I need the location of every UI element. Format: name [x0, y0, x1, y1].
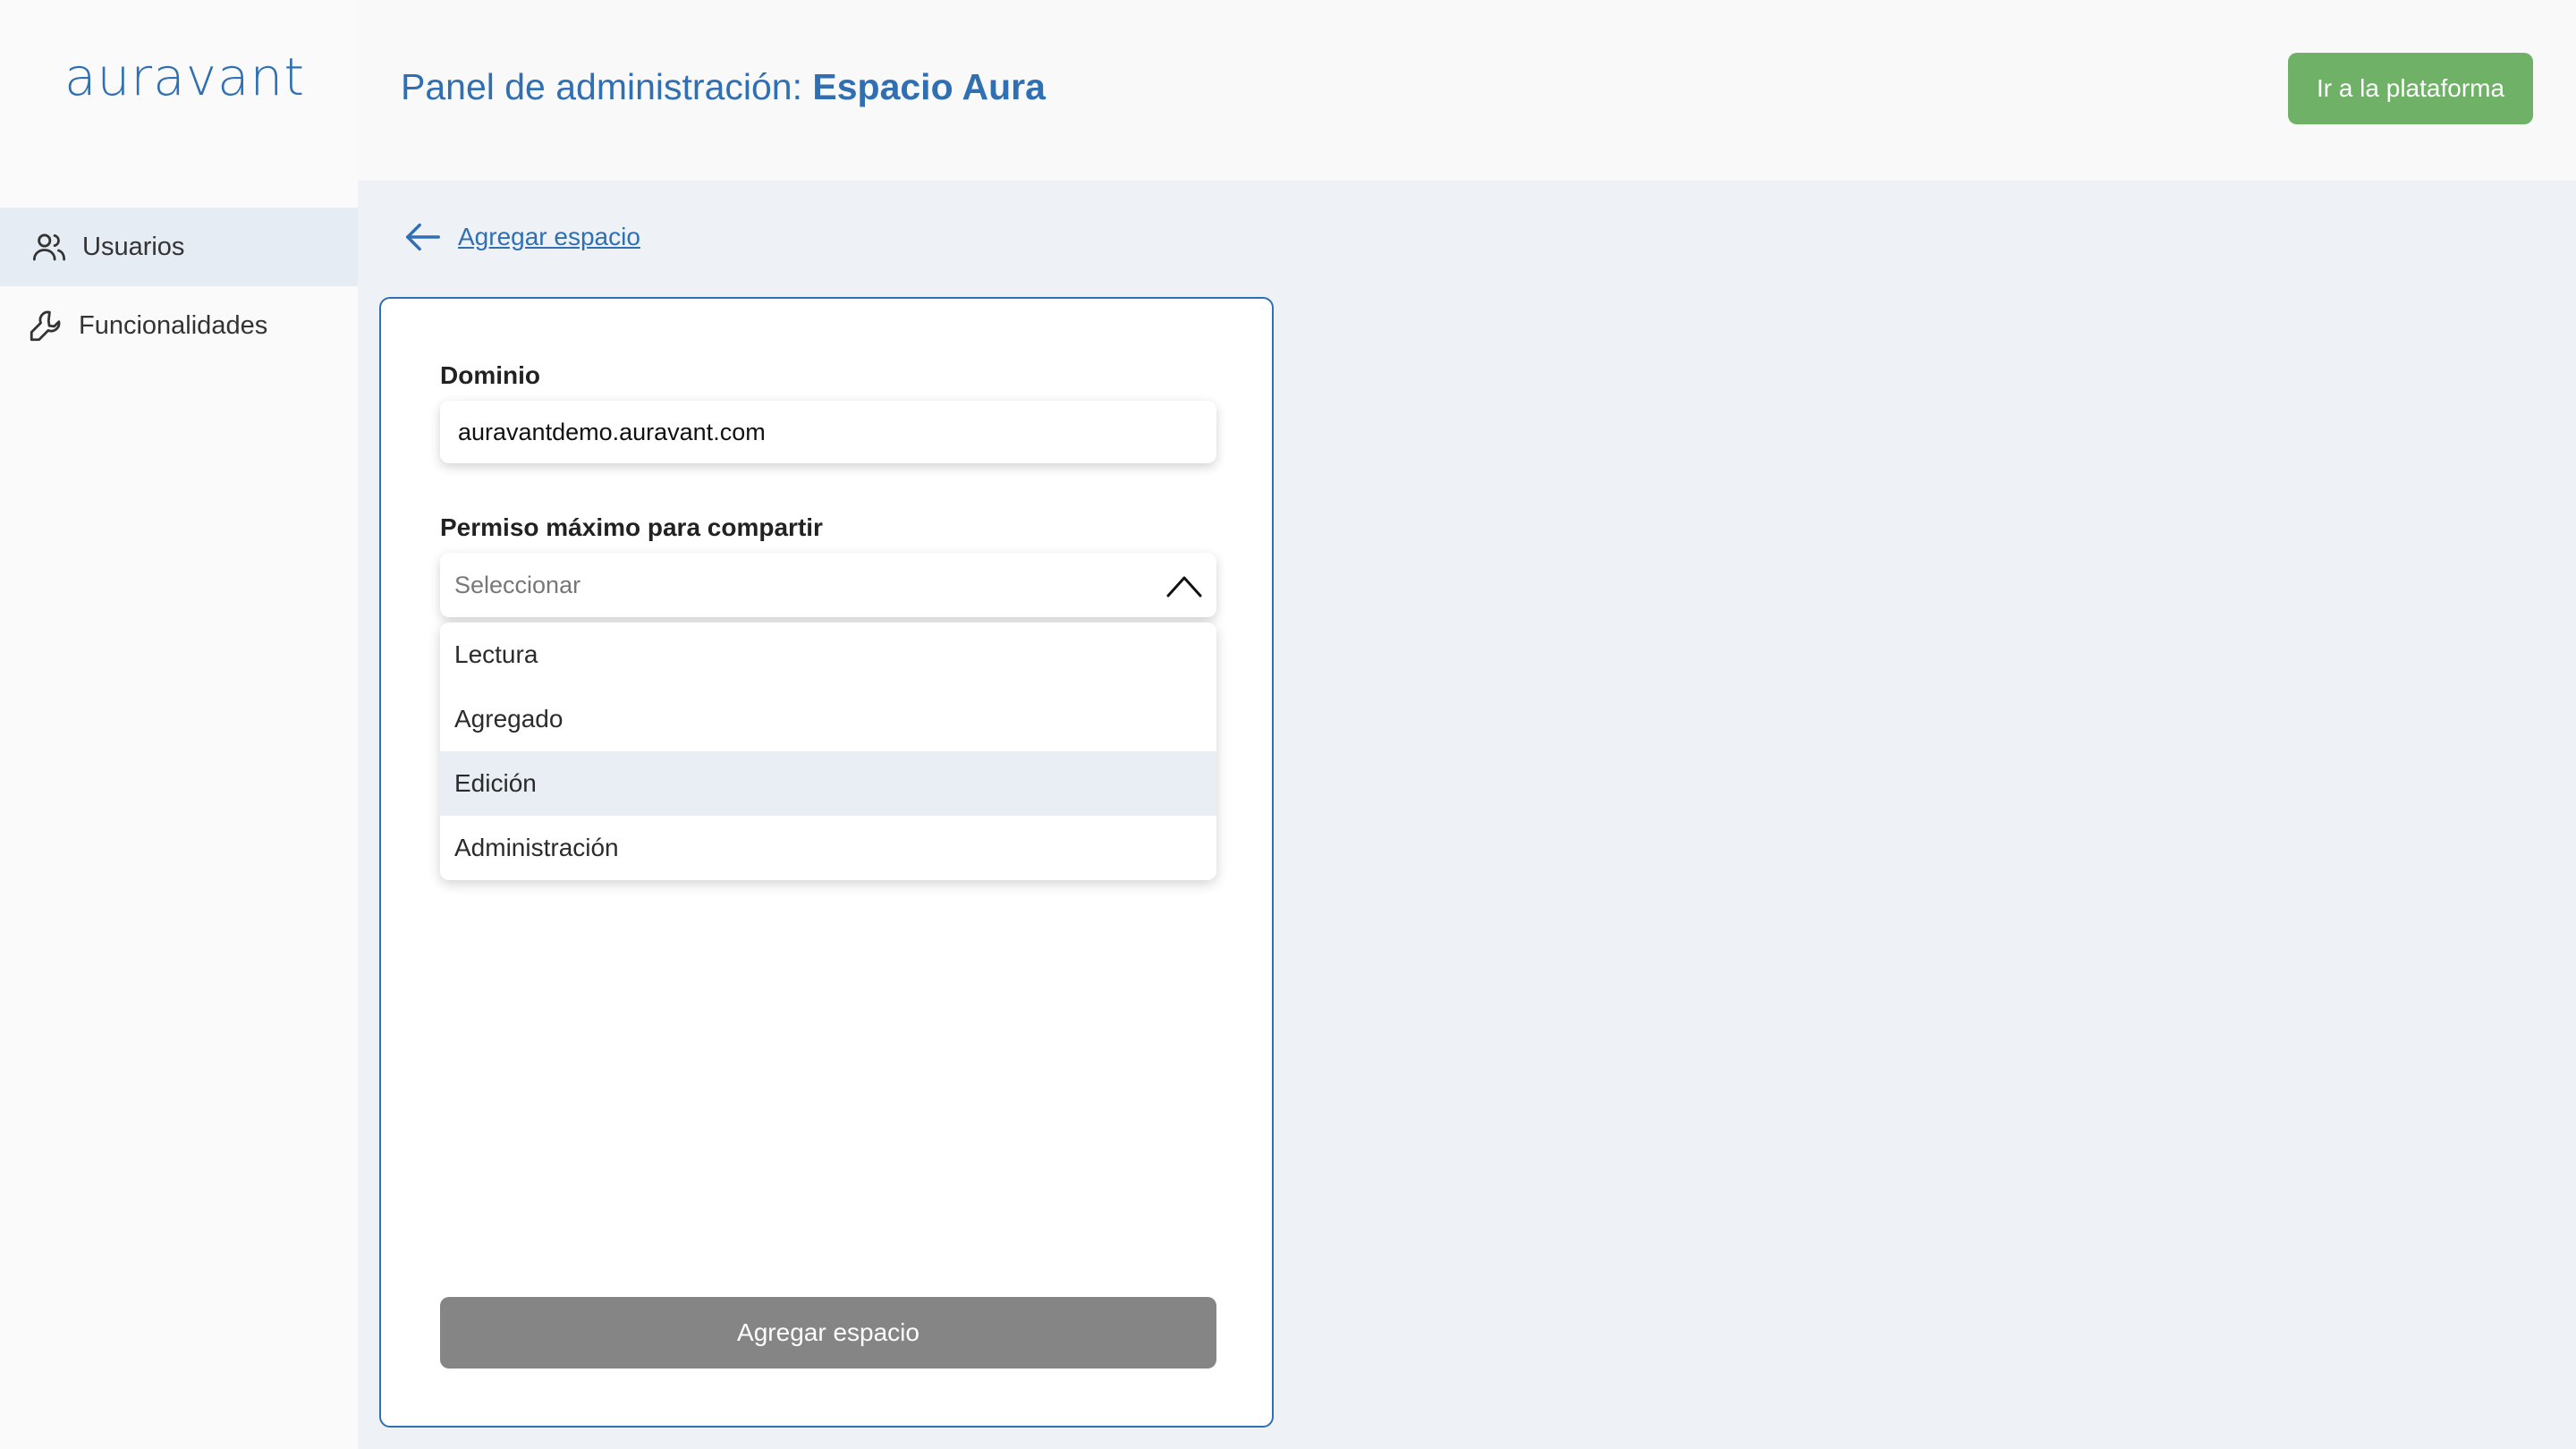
title-prefix: Panel de administración:	[401, 66, 813, 107]
sidebar: auravant Usuarios Funcionalidades	[0, 0, 358, 1449]
option-edicion[interactable]: Edición	[440, 751, 1216, 816]
chevron-up-icon	[1166, 576, 1202, 597]
users-icon	[32, 233, 66, 261]
back-link[interactable]: Agregar espacio	[458, 223, 640, 251]
add-space-button[interactable]: Agregar espacio	[440, 1297, 1216, 1368]
option-administracion[interactable]: Administración	[440, 816, 1216, 880]
sidebar-item-label: Funcionalidades	[79, 310, 268, 340]
permission-label: Permiso máximo para compartir	[440, 513, 823, 541]
wrench-icon	[30, 310, 61, 342]
sidebar-item-usuarios[interactable]: Usuarios	[0, 208, 358, 286]
back-navigation: Agregar espacio	[402, 216, 640, 258]
permission-select[interactable]: Seleccionar	[440, 553, 1216, 617]
page-title: Panel de administración: Espacio Aura	[401, 66, 1046, 108]
sidebar-item-funcionalidades[interactable]: Funcionalidades	[0, 286, 358, 365]
option-agregado[interactable]: Agregado	[440, 687, 1216, 751]
sidebar-nav: Usuarios Funcionalidades	[0, 208, 358, 365]
go-to-platform-button[interactable]: Ir a la plataforma	[2288, 53, 2533, 124]
arrow-left-icon[interactable]	[402, 216, 444, 258]
permission-placeholder: Seleccionar	[454, 571, 581, 598]
auravant-logo[interactable]: auravant	[64, 47, 305, 107]
space-name: Espacio Aura	[812, 66, 1046, 107]
domain-field[interactable]: auravantdemo.auravant.com	[440, 401, 1216, 463]
add-space-form: Dominio auravantdemo.auravant.com Permis…	[379, 297, 1274, 1428]
header: Panel de administración: Espacio Aura Ir…	[358, 0, 2576, 181]
option-lectura[interactable]: Lectura	[440, 623, 1216, 687]
domain-label: Dominio	[440, 361, 540, 389]
permission-dropdown: Lectura Agregado Edición Administración	[440, 623, 1216, 880]
sidebar-item-label: Usuarios	[82, 232, 185, 261]
